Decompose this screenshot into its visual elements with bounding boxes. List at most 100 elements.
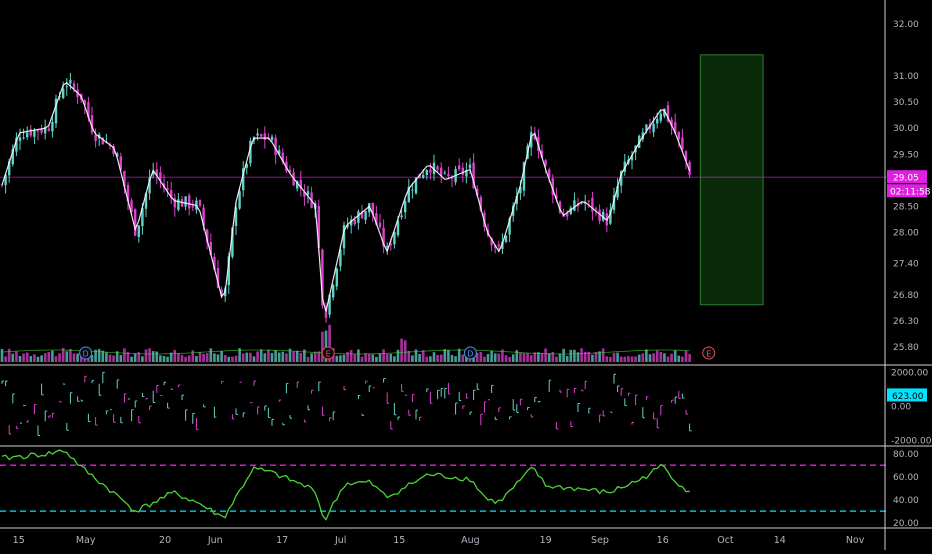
candle-body — [461, 167, 464, 175]
volume-bar — [655, 350, 659, 362]
projection-box-rect[interactable] — [699, 54, 764, 306]
candle-body — [137, 225, 140, 237]
volume-bar — [285, 353, 288, 362]
candle-body — [188, 195, 191, 209]
volume-bar — [367, 353, 371, 362]
volume-bar — [209, 348, 213, 362]
candle-body — [573, 200, 576, 211]
volume-bar — [569, 349, 573, 362]
volume-bar — [364, 353, 367, 362]
candle-body — [497, 244, 500, 247]
volume-bar — [101, 350, 105, 362]
volume-bar — [227, 356, 231, 362]
event-marker[interactable]: D — [463, 346, 477, 360]
time-tick-label: 19 — [540, 535, 552, 546]
event-marker[interactable]: E — [702, 346, 716, 360]
candle-body — [404, 201, 407, 213]
volume-bar — [551, 351, 555, 362]
volume-bar — [11, 353, 15, 362]
chart-svg[interactable]: D E D E 32.00 31.00 30.50 30.00 29.50 28.50 28.00… — [0, 0, 932, 550]
volume-bar — [295, 350, 299, 362]
volume-bar — [565, 355, 569, 362]
volume-bar — [112, 355, 115, 362]
volume-bar — [123, 348, 126, 362]
rsi-tick-label: 60.00 — [893, 473, 919, 483]
volume-bar — [281, 351, 285, 362]
candle-body — [65, 86, 68, 88]
volume-bar — [187, 355, 191, 362]
volume-bar — [573, 349, 576, 362]
time-tick-label: 16 — [657, 535, 669, 546]
volume-bar — [483, 356, 486, 362]
volume-bar — [299, 352, 303, 362]
candle-body — [36, 130, 40, 132]
volume-bar — [335, 355, 339, 362]
event-marker-label: D — [467, 350, 473, 359]
volume-bar — [166, 356, 169, 362]
candle-body — [378, 222, 382, 228]
volume-bar — [245, 352, 249, 362]
volume-bar — [623, 356, 627, 362]
volume-bar — [33, 354, 36, 362]
volume-bar — [177, 353, 180, 362]
volume-bar — [202, 353, 205, 362]
volume-bar — [22, 353, 25, 362]
candle-body — [429, 169, 432, 173]
price-tick-label: 25.80 — [893, 343, 919, 353]
candle-body — [263, 133, 266, 140]
candle-body — [335, 268, 338, 287]
candle-body — [468, 164, 472, 169]
volume-bar — [673, 350, 677, 362]
volume-bar — [72, 353, 76, 362]
volume-bar — [396, 349, 400, 362]
volume-bar — [684, 350, 688, 362]
price-tick-label: 26.30 — [893, 317, 919, 327]
volume-bar — [267, 349, 270, 362]
volume-bar — [65, 351, 69, 362]
chart-root[interactable]: D E D E 32.00 31.00 30.50 30.00 29.50 28.50 28.00… — [0, 0, 932, 550]
volume-bar — [382, 349, 385, 362]
volume-bar — [310, 353, 313, 362]
volume-bar — [151, 351, 155, 362]
volume-bar — [436, 354, 439, 362]
candle-body — [256, 133, 259, 136]
volume-bar — [526, 353, 529, 362]
candle-body — [22, 137, 25, 139]
candle-body — [652, 123, 655, 133]
event-marker[interactable]: E — [321, 346, 335, 360]
candle-body — [677, 131, 680, 140]
candle-body — [191, 205, 194, 208]
candle-body — [425, 169, 428, 176]
candle-body — [566, 213, 569, 217]
volume-bar — [407, 350, 411, 362]
candle-body — [400, 215, 403, 218]
projection-box[interactable] — [699, 54, 764, 306]
volume-bar — [612, 352, 616, 362]
time-tick-label: 14 — [774, 535, 786, 546]
current-price-label: 29.05 — [893, 174, 919, 184]
volume-bar — [457, 348, 461, 362]
volume-bar — [519, 352, 522, 362]
volume-bar — [461, 354, 465, 362]
volume-bar — [429, 356, 432, 362]
volume-bar — [249, 352, 252, 362]
candle-body — [184, 196, 187, 207]
volume-bar — [130, 356, 133, 362]
volume-bar — [421, 350, 425, 362]
candle-body — [270, 136, 274, 141]
volume-bar — [432, 352, 436, 362]
volume-bar — [385, 353, 389, 362]
candle-body — [69, 79, 72, 84]
volume-bar — [144, 349, 148, 362]
volume-bar — [54, 356, 58, 362]
price-tick-label: 27.40 — [893, 260, 919, 270]
volume-bar — [216, 354, 220, 362]
event-marker[interactable]: D — [79, 346, 93, 360]
volume-bar — [47, 352, 51, 362]
volume-bar — [648, 354, 652, 362]
volume-bar — [191, 350, 195, 362]
volume-bar — [76, 353, 79, 362]
volume-bar — [306, 356, 310, 362]
volume-bar — [558, 353, 562, 362]
volume-bar — [198, 351, 202, 362]
